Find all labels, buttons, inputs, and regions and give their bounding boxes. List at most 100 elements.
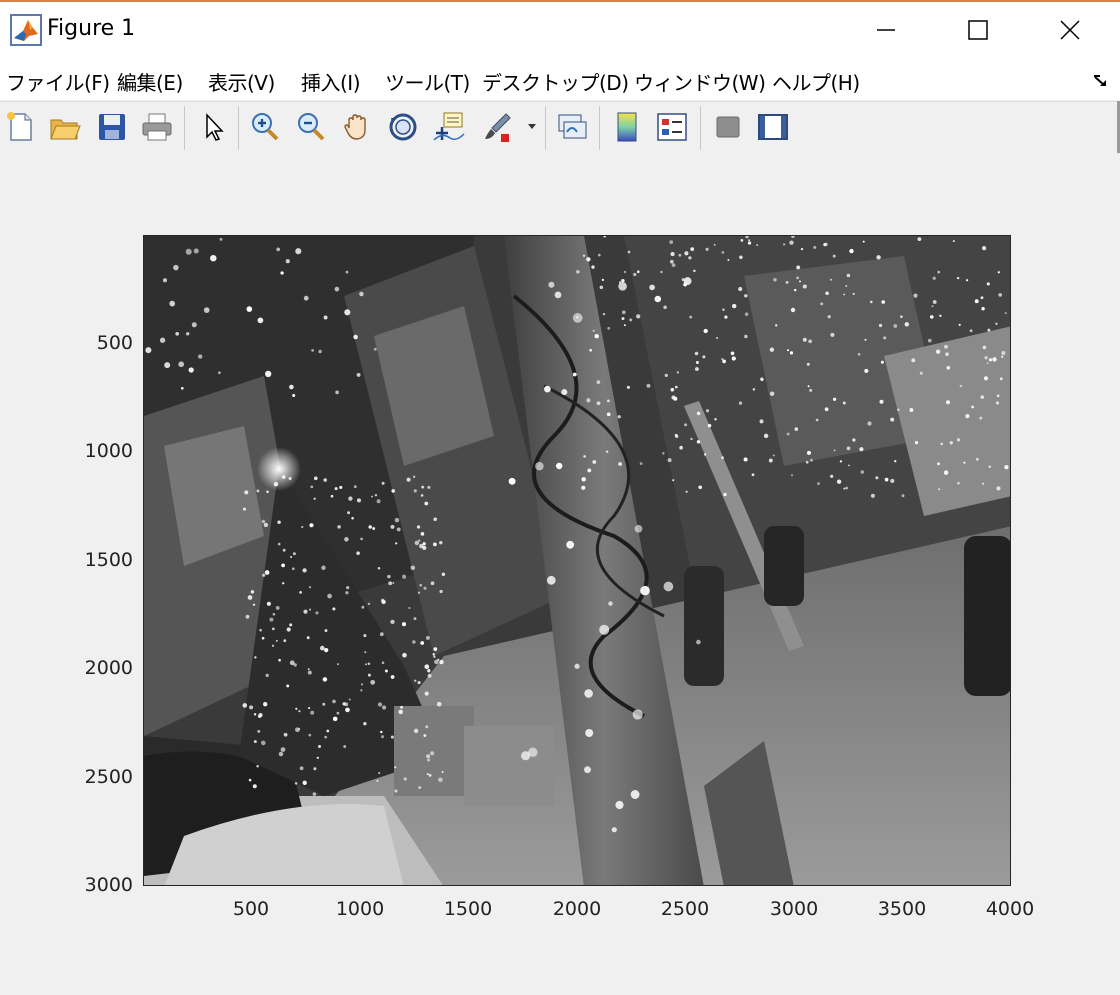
light-sparkle <box>433 647 438 651</box>
new-figure-icon[interactable] <box>3 110 37 144</box>
brush-icon[interactable] <box>480 110 514 144</box>
menu-window[interactable]: ウィンドウ(W) <box>634 67 766 96</box>
light-sparkle <box>246 306 253 312</box>
matlab-logo-icon <box>10 14 42 46</box>
light-sparkle <box>438 777 443 783</box>
light-sparkle <box>929 315 934 319</box>
light-sparkle <box>318 349 322 354</box>
light-sparkle <box>572 313 583 323</box>
light-sparkle <box>347 511 351 515</box>
show-plot-tools-icon[interactable] <box>756 110 790 144</box>
light-sparkle <box>690 437 693 441</box>
print-icon[interactable] <box>140 110 174 144</box>
light-sparkle <box>303 295 309 301</box>
legend-icon[interactable] <box>655 110 689 144</box>
light-sparkle <box>799 280 801 283</box>
light-sparkle <box>589 348 593 352</box>
light-sparkle <box>345 707 350 713</box>
title-bar[interactable]: Figure 1 <box>0 2 1120 60</box>
menu-view[interactable]: 表示(V) <box>208 67 275 96</box>
light-sparkle <box>265 370 272 378</box>
pan-hand-icon[interactable] <box>340 110 374 144</box>
light-sparkle <box>669 240 674 244</box>
light-sparkle <box>890 478 895 483</box>
menu-insert[interactable]: 挿入(I) <box>301 67 361 96</box>
light-sparkle <box>836 479 842 484</box>
light-sparkle <box>422 545 427 550</box>
toolbar-separator <box>599 106 600 150</box>
light-sparkle <box>731 303 737 309</box>
light-sparkle <box>893 324 898 328</box>
light-sparkle <box>427 668 431 673</box>
light-sparkle <box>337 525 341 529</box>
light-sparkle <box>581 485 586 490</box>
light-sparkle <box>371 495 373 498</box>
light-sparkle <box>813 245 817 249</box>
zoom-in-icon[interactable] <box>248 110 282 144</box>
hide-plot-tools-icon[interactable] <box>711 110 745 144</box>
light-sparkle <box>420 494 424 497</box>
light-sparkle <box>582 254 586 257</box>
light-sparkle <box>937 270 941 274</box>
light-sparkle <box>412 475 416 478</box>
light-sparkle <box>636 314 641 319</box>
light-sparkle <box>426 754 431 759</box>
light-sparkle <box>759 419 764 424</box>
y-tick-label: 3000 <box>84 874 133 896</box>
light-sparkle <box>849 248 854 254</box>
light-sparkle <box>572 372 577 377</box>
menu-tools[interactable]: ツール(T) <box>385 67 470 96</box>
minimize-button[interactable] <box>840 2 932 60</box>
menu-help[interactable]: ヘルプ(H) <box>772 67 860 96</box>
light-sparkle <box>356 498 362 503</box>
light-sparkle <box>292 552 296 556</box>
light-sparkle <box>416 525 421 529</box>
light-sparkle <box>248 778 252 782</box>
data-cursor-icon[interactable] <box>432 110 466 144</box>
image-axes[interactable] <box>143 235 1011 886</box>
light-sparkle <box>266 490 269 494</box>
menu-edit[interactable]: 編集(E) <box>117 67 183 96</box>
light-sparkle <box>694 367 699 371</box>
light-sparkle <box>981 306 985 311</box>
light-sparkle <box>913 293 918 298</box>
zoom-out-icon[interactable] <box>294 110 328 144</box>
light-sparkle <box>345 591 349 595</box>
light-sparkle <box>971 405 974 409</box>
light-sparkle <box>372 527 376 530</box>
light-sparkle <box>508 477 516 485</box>
light-sparkle <box>388 581 393 586</box>
light-sparkle <box>263 522 269 528</box>
light-sparkle <box>421 485 425 489</box>
light-sparkle <box>663 581 674 592</box>
light-sparkle <box>857 353 861 356</box>
light-sparkle <box>252 784 257 789</box>
colorbar-icon[interactable] <box>610 110 644 144</box>
light-sparkle <box>808 339 812 344</box>
light-sparkle <box>264 570 270 575</box>
menu-file[interactable]: ファイル(F) <box>6 67 110 96</box>
light-sparkle <box>272 613 276 616</box>
light-sparkle <box>361 605 365 609</box>
close-button[interactable] <box>1024 2 1116 60</box>
light-sparkle <box>323 478 328 482</box>
light-sparkle <box>790 307 796 313</box>
light-sparkle <box>410 565 416 571</box>
dock-figure-icon[interactable] <box>1092 72 1110 90</box>
light-sparkle <box>336 711 340 715</box>
rotate-3d-icon[interactable] <box>386 110 420 144</box>
edit-plot-arrow-icon[interactable] <box>198 110 232 144</box>
save-icon[interactable] <box>95 110 129 144</box>
menu-desktop[interactable]: デスクトップ(D) <box>482 67 629 96</box>
light-sparkle <box>370 679 376 685</box>
light-sparkle <box>721 456 724 460</box>
light-sparkle <box>210 254 217 262</box>
brush-dropdown-icon[interactable] <box>525 110 539 144</box>
light-sparkle <box>730 351 735 356</box>
light-sparkle <box>433 542 437 547</box>
light-sparkle <box>654 295 662 303</box>
maximize-button[interactable] <box>932 2 1024 60</box>
link-plot-icon[interactable] <box>555 110 589 144</box>
open-file-icon[interactable] <box>48 110 82 144</box>
light-sparkle <box>348 698 351 701</box>
